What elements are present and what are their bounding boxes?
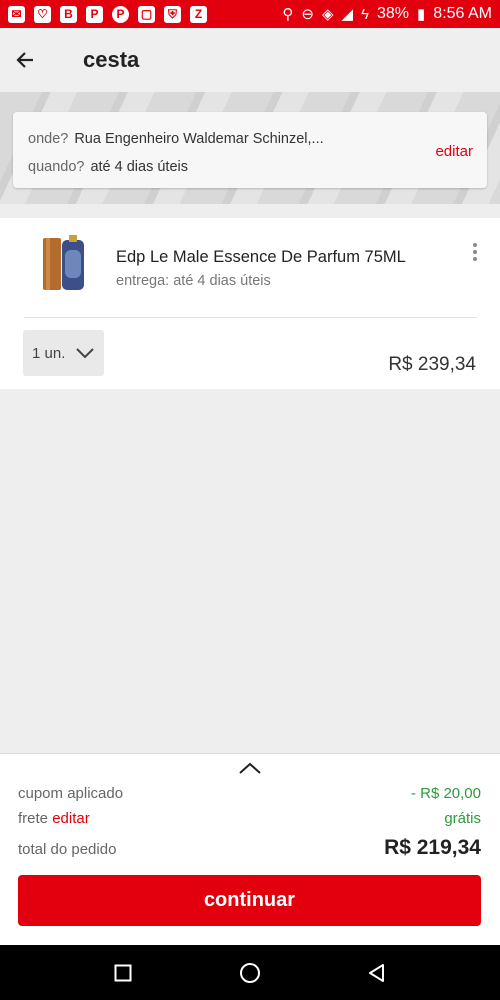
shipping-label: frete <box>18 810 49 827</box>
coupon-label: cupom aplicado <box>18 785 124 802</box>
shipping-label-group: frete editar <box>18 810 90 827</box>
cart-item: Edp Le Male Essence De Parfum 75ML entre… <box>0 218 500 389</box>
status-bar: ✉ ♡ B P P ▢ ⛨ Z ⚲ ⊖ ◈ ◢ ϟ 38% ▮ 8:56 AM <box>0 0 500 28</box>
square-icon <box>114 964 132 981</box>
shield-icon: ⛨ <box>164 5 181 23</box>
when-label: quando? <box>28 159 85 175</box>
arrow-left-icon <box>16 52 33 68</box>
quantity-value: 1 un. <box>32 344 66 362</box>
location-icon: ⚲ <box>282 5 294 23</box>
where-value: Rua Engenheiro Waldemar Schinzel,... <box>74 131 324 147</box>
z-icon: Z <box>190 5 207 23</box>
product-name[interactable]: Edp Le Male Essence De Parfum 75ML <box>116 248 406 267</box>
more-options-button[interactable] <box>470 240 480 264</box>
back-nav-button[interactable] <box>365 961 389 985</box>
app-bar: cesta <box>0 28 500 92</box>
continue-button[interactable]: continuar <box>18 875 481 926</box>
dot <box>473 250 477 254</box>
coupon-row: cupom aplicado - R$ 20,00 <box>18 785 481 802</box>
total-value: R$ 219,34 <box>384 836 481 859</box>
system-status: ⚲ ⊖ ◈ ◢ ϟ 38% ▮ 8:56 AM <box>282 5 492 23</box>
shipping-row: frete editar grátis <box>18 810 481 827</box>
edit-delivery-link[interactable]: editar <box>435 143 473 160</box>
home-button[interactable] <box>238 961 262 985</box>
where-label: onde? <box>28 131 69 147</box>
signal-icon: ◢ <box>341 5 354 23</box>
when-value: até 4 dias úteis <box>90 159 188 175</box>
chevron-down-icon <box>76 348 95 359</box>
chevron-up-icon[interactable] <box>237 760 263 776</box>
circle-icon <box>239 962 260 983</box>
triangle-back-icon <box>368 963 384 982</box>
wifi-icon: ◈ <box>321 5 334 23</box>
battery-percent: 38% <box>377 5 410 22</box>
delivery-card[interactable]: onde? Rua Engenheiro Waldemar Schinzel,..… <box>13 112 487 188</box>
product-delivery: entrega: até 4 dias úteis <box>116 273 271 289</box>
clock: 8:56 AM <box>433 5 492 22</box>
page-title: cesta <box>83 47 140 72</box>
total-label: total do pedido <box>18 841 117 858</box>
do-not-disturb-icon: ⊖ <box>301 5 314 23</box>
charging-icon: ϟ <box>361 5 369 23</box>
bold-b-icon: B <box>60 5 77 23</box>
total-row: total do pedido R$ 219,34 <box>18 836 481 860</box>
order-summary: cupom aplicado - R$ 20,00 frete editar g… <box>0 753 500 945</box>
heart-outline-icon: ♡ <box>34 5 51 23</box>
mail-icon: ✉ <box>8 5 25 23</box>
delivery-banner: onde? Rua Engenheiro Waldemar Schinzel,..… <box>0 92 500 204</box>
product-price: R$ 239,34 <box>388 354 476 375</box>
dot <box>473 257 477 261</box>
product-image[interactable] <box>40 234 88 294</box>
delivery-address-row: onde? Rua Engenheiro Waldemar Schinzel,..… <box>28 131 324 147</box>
square-icon: ▢ <box>138 5 155 23</box>
coupon-value: - R$ 20,00 <box>410 785 481 802</box>
shipping-value: grátis <box>444 810 481 827</box>
dot <box>473 243 477 247</box>
recents-button[interactable] <box>111 961 135 985</box>
battery-icon: ▮ <box>417 5 426 23</box>
quantity-select[interactable]: 1 un. <box>23 330 104 376</box>
pinterest-icon: P <box>112 5 129 23</box>
back-button[interactable] <box>0 28 50 92</box>
edit-shipping-link[interactable]: editar <box>52 810 90 827</box>
delivery-time-row: quando? até 4 dias úteis <box>28 159 188 175</box>
notification-icons: ✉ ♡ B P P ▢ ⛨ Z <box>8 5 207 23</box>
p-icon: P <box>86 5 103 23</box>
divider <box>24 317 477 318</box>
system-nav-bar <box>0 945 500 1000</box>
